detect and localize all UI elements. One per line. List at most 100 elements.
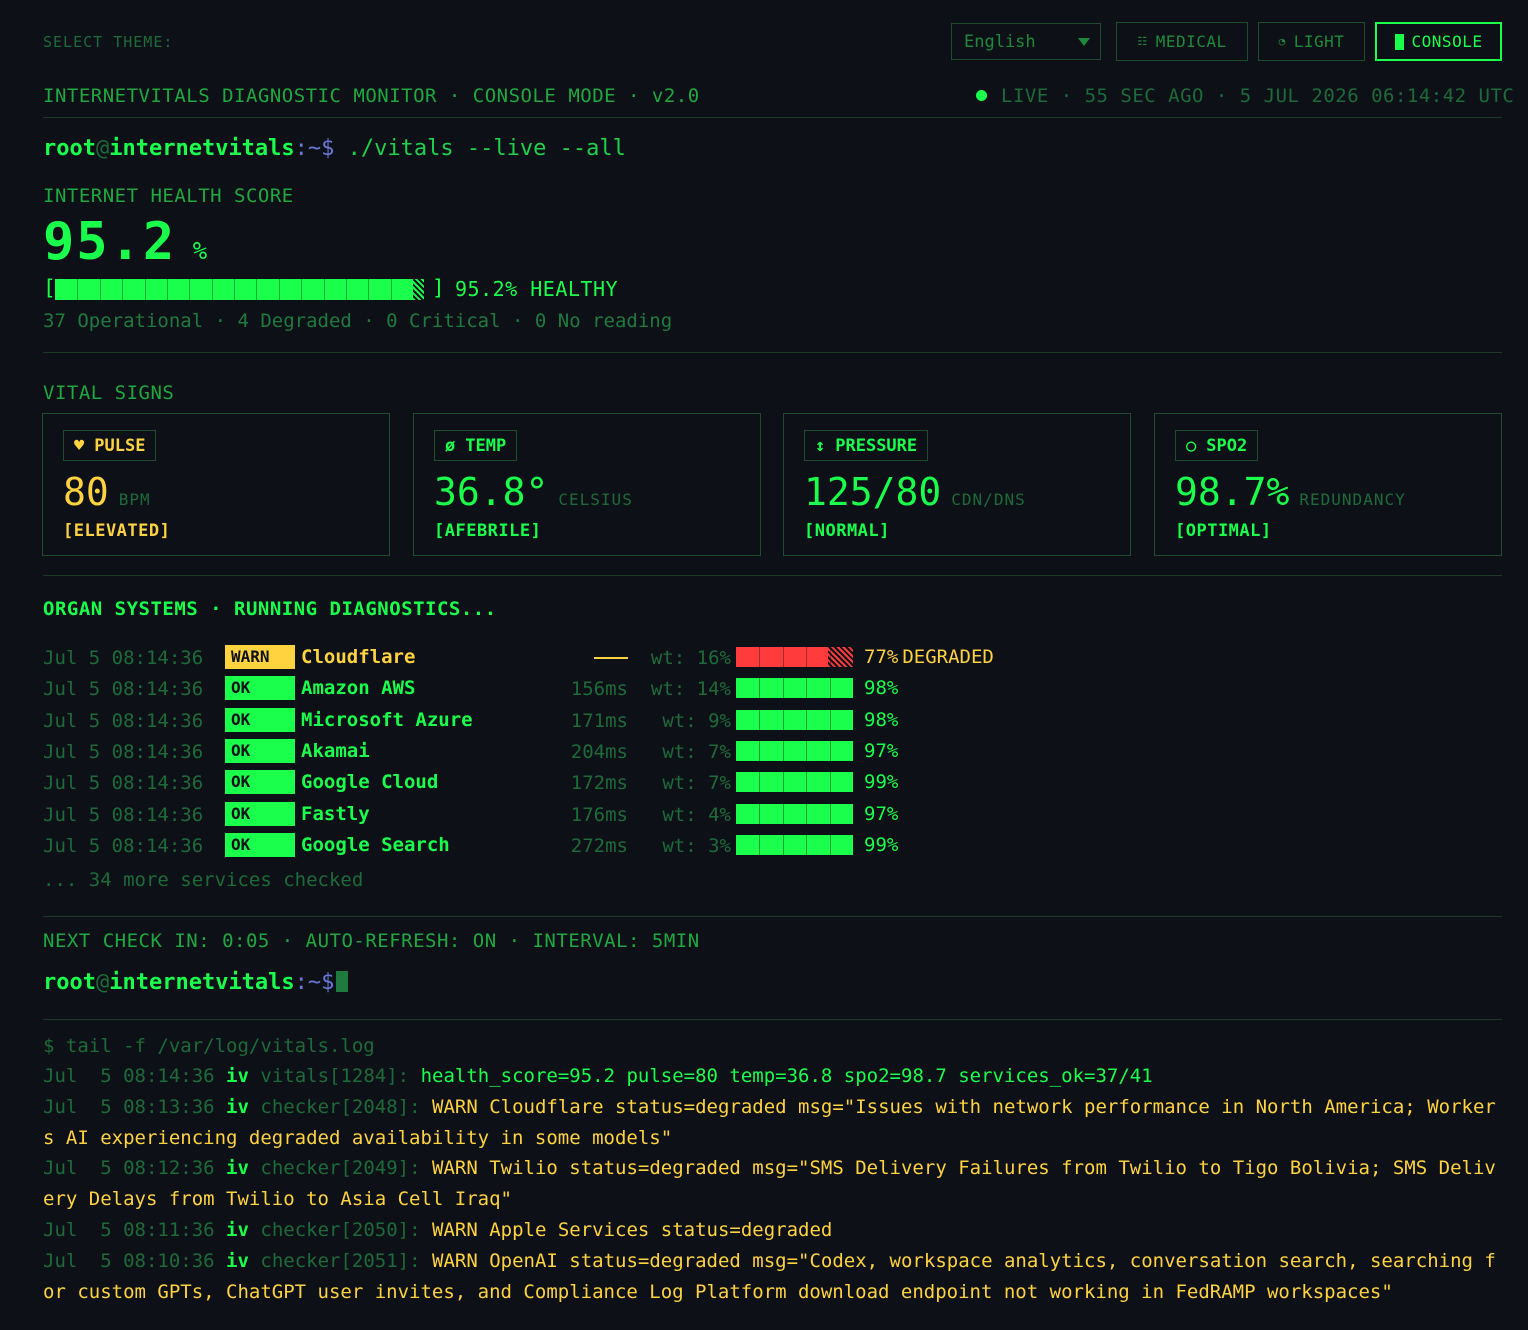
health-bar-label: 95.2% HEALTHY	[455, 277, 619, 301]
vital-value: 98.7% REDUNDANCY	[1175, 470, 1406, 514]
vital-unit: BPM	[118, 490, 151, 509]
health-bar-segment	[346, 279, 347, 300]
no-latency-dash	[594, 657, 628, 659]
organ-percent: 77% DEGRADED	[864, 646, 994, 668]
organ-service-name: Akamai	[301, 740, 370, 762]
organ-row: Jul 5 08:14:36 OK Google Cloud 172ms wt: 7% 9…	[43, 770, 1043, 794]
organ-percent: 97%	[864, 803, 898, 825]
organ-bar-segment	[830, 772, 831, 792]
organ-bar-segment	[759, 647, 760, 667]
live-status-text: LIVE · 55 SEC AGO · 5 JUL 2026 06:14:42 …	[1001, 85, 1515, 107]
organ-health-bar-fill	[736, 710, 853, 730]
organ-health-bar-fill	[736, 647, 828, 667]
more-services-note: ... 34 more services checked	[43, 869, 364, 891]
vital-card-spo2: ○ SPO2 98.7% REDUNDANCY [OPTIMAL]	[1154, 413, 1502, 556]
organ-bar-segment	[783, 835, 784, 855]
theme-console-button[interactable]: CONSOLE	[1375, 22, 1502, 61]
organ-health-bar-fill	[736, 741, 853, 761]
vital-value: 36.8° CELSIUS	[434, 470, 633, 514]
organ-bar-segment	[830, 804, 831, 824]
empty-set-icon: ø	[445, 435, 456, 456]
theme-medical-button[interactable]: ☷ MEDICAL	[1116, 22, 1248, 61]
status-badge: OK	[225, 802, 295, 826]
health-bar-close: ]	[432, 276, 445, 300]
cursor-block-icon	[1394, 33, 1404, 50]
organ-weight: wt: 16%	[650, 647, 731, 669]
prompt-user: root	[43, 136, 96, 161]
organ-percent: 98%	[864, 709, 898, 731]
next-check-status: NEXT CHECK IN: 0:05 · AUTO-REFRESH: ON ·…	[43, 930, 700, 952]
organ-percent: 99%	[864, 834, 898, 856]
organ-latency: 172ms	[570, 772, 628, 794]
vital-value-number: 98.7%	[1175, 470, 1290, 514]
log-command: $ tail -f /var/log/vitals.log	[43, 1035, 375, 1057]
log-date: Jul 5 08:13:36	[43, 1096, 215, 1118]
organ-timestamp: Jul 5 08:14:36	[43, 804, 204, 826]
organ-health-bar	[736, 647, 853, 667]
log-line: Jul 5 08:10:36 iv checker[2051]: WARN Op…	[43, 1246, 1503, 1307]
vital-signs-title: VITAL SIGNS	[43, 382, 175, 404]
prompt-host: internetvitals	[109, 136, 295, 161]
health-bar-segment	[212, 279, 213, 300]
divider	[43, 117, 1502, 118]
input-prompt[interactable]: root@internetvitals:~$	[43, 970, 349, 995]
log-app: iv	[226, 1250, 249, 1272]
half-circle-icon: ◔	[1278, 35, 1286, 48]
health-bar-segment	[256, 279, 257, 300]
organ-percent-value: 77%	[864, 646, 899, 668]
organ-bar-segment	[806, 835, 807, 855]
vital-card-temp: ø TEMP 36.8° CELSIUS [AFEBRILE]	[413, 413, 761, 556]
health-bar-segment	[301, 279, 302, 300]
log-app: iv	[226, 1157, 249, 1179]
language-select[interactable]: English	[951, 23, 1101, 60]
divider	[43, 575, 1502, 576]
organ-percent: 99%	[864, 771, 898, 793]
organ-bar-segment	[806, 741, 807, 761]
divider	[43, 1019, 1502, 1020]
organ-bar-segment	[830, 647, 831, 667]
log-message: health_score=95.2 pulse=80 temp=36.8 spo…	[420, 1065, 1153, 1087]
health-bar-segment	[234, 279, 235, 300]
vital-card-pressure: ↕ PRESSURE 125/80 CDN/DNS [NORMAL]	[783, 413, 1131, 556]
divider	[43, 352, 1502, 353]
organ-weight: wt: 9%	[662, 710, 731, 732]
vital-tag-pressure: ↕ PRESSURE	[804, 430, 929, 461]
health-bar-segment	[167, 279, 168, 300]
language-select-value: English	[964, 32, 1036, 52]
divider	[43, 916, 1502, 917]
prompt-at: @	[95, 970, 110, 995]
health-score-value: 95.2	[43, 212, 177, 272]
organ-health-bar-fill	[736, 678, 853, 698]
organ-row: Jul 5 08:14:36 OK Fastly 176ms wt: 4% 97%	[43, 802, 1043, 826]
log-line: Jul 5 08:12:36 iv checker[2049]: WARN Tw…	[43, 1153, 1503, 1214]
monitor-title: INTERNETVITALS DIAGNOSTIC MONITOR · CONS…	[43, 85, 700, 107]
health-score: 95.2 %	[43, 212, 209, 272]
organ-bar-segment	[806, 710, 807, 730]
prompt-user: root	[43, 970, 96, 995]
organ-percent-value: 98%	[864, 709, 899, 731]
heart-icon: ♥	[74, 435, 85, 456]
prompt-command: ./vitals --live --all	[334, 136, 626, 161]
organ-bar-segment	[806, 678, 807, 698]
status-badge: OK	[225, 770, 295, 794]
organ-bar-segment	[783, 647, 784, 667]
theme-light-button[interactable]: ◔ LIGHT	[1258, 22, 1365, 61]
health-bar-fill	[55, 279, 413, 300]
organ-degraded-label: DEGRADED	[902, 646, 994, 668]
organ-weight: wt: 4%	[662, 804, 731, 826]
up-down-arrow-icon: ↕	[815, 435, 826, 456]
command-prompt: root@internetvitals:~$ ./vitals --live -…	[43, 136, 626, 161]
theme-light-label: LIGHT	[1293, 32, 1345, 51]
organ-health-bar-fill	[736, 772, 853, 792]
health-bar-segment	[324, 279, 325, 300]
health-bar-segment	[189, 279, 190, 300]
organ-service-name: Google Cloud	[301, 771, 439, 793]
grid-icon: ☷	[1137, 35, 1148, 48]
health-bar-segment	[100, 279, 101, 300]
prompt-at: @	[95, 136, 110, 161]
theme-console-label: CONSOLE	[1411, 32, 1483, 51]
organ-service-name: Amazon AWS	[301, 677, 416, 699]
organ-timestamp: Jul 5 08:14:36	[43, 741, 204, 763]
organ-health-bar	[736, 710, 853, 730]
organ-bar-segment	[806, 647, 807, 667]
